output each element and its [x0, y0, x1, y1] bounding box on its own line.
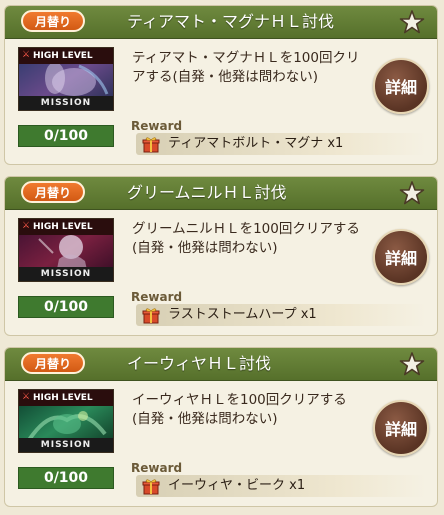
detail-button[interactable]: 詳細 [373, 229, 429, 285]
mission-thumbnail: HIGH LEVEL ⚔ MISSION [18, 218, 114, 282]
gift-icon [142, 479, 160, 495]
detail-button[interactable]: 詳細 [373, 400, 429, 456]
reward-item: ティアマトボルト・マグナ x1 [136, 133, 426, 155]
detail-button[interactable]: 詳細 [373, 58, 429, 114]
reward-name: ラストストームハープ x1 [168, 307, 317, 322]
reward-item: イーウィヤ・ビーク x1 [136, 475, 426, 497]
reward-item: ラストストームハープ x1 [136, 304, 426, 326]
reward-label: Reward [131, 461, 183, 475]
reward-name: ティアマトボルト・マグナ x1 [168, 136, 344, 151]
progress-counter: 0/100 [18, 125, 114, 147]
mission-label: MISSION [19, 267, 113, 281]
sword-icon: ⚔ [22, 392, 31, 402]
mission-card: 月替り ティアマト・マグナＨＬ討伐 HIGH LEVEL ⚔ MISSION 0… [4, 5, 438, 165]
reward-label: Reward [131, 290, 183, 304]
mission-header: 月替り ティアマト・マグナＨＬ討伐 [5, 6, 437, 39]
monthly-badge: 月替り [21, 352, 85, 374]
mission-header: 月替り グリームニルＨＬ討伐 [5, 177, 437, 210]
gift-icon [142, 308, 160, 324]
star-icon[interactable] [399, 9, 425, 35]
mission-label: MISSION [19, 438, 113, 452]
mission-label: MISSION [19, 96, 113, 110]
mission-title: グリームニルＨＬ討伐 [127, 183, 287, 202]
mission-description: イーウィヤＨＬを100回クリアする(自発・他発は問わない) [132, 392, 347, 427]
reward-label: Reward [131, 119, 183, 133]
progress-counter: 0/100 [18, 467, 114, 489]
star-icon[interactable] [399, 180, 425, 206]
mission-thumbnail: HIGH LEVEL ⚔ MISSION [18, 47, 114, 111]
high-level-label: HIGH LEVEL [19, 219, 113, 235]
sword-icon: ⚔ [22, 50, 31, 60]
monthly-badge: 月替り [21, 10, 85, 32]
mission-card: 月替り グリームニルＨＬ討伐 HIGH LEVEL ⚔ MISSION 0/10… [4, 176, 438, 336]
gift-icon [142, 137, 160, 153]
mission-description: グリームニルＨＬを100回クリアする(自発・他発は問わない) [132, 221, 360, 256]
reward-name: イーウィヤ・ビーク x1 [168, 478, 306, 493]
sword-icon: ⚔ [22, 221, 31, 231]
high-level-label: HIGH LEVEL [19, 390, 113, 406]
mission-description: ティアマト・マグナＨＬを100回クリアする(自発・他発は問わない) [132, 50, 360, 85]
mission-title: イーウィヤＨＬ討伐 [127, 354, 272, 373]
mission-header: 月替り イーウィヤＨＬ討伐 [5, 348, 437, 381]
progress-counter: 0/100 [18, 296, 114, 318]
star-icon[interactable] [399, 351, 425, 377]
mission-card: 月替り イーウィヤＨＬ討伐 HIGH LEVEL ⚔ MISSION 0/100… [4, 347, 438, 507]
high-level-label: HIGH LEVEL [19, 48, 113, 64]
mission-thumbnail: HIGH LEVEL ⚔ MISSION [18, 389, 114, 453]
monthly-badge: 月替り [21, 181, 85, 203]
mission-title: ティアマト・マグナＨＬ討伐 [127, 12, 335, 31]
